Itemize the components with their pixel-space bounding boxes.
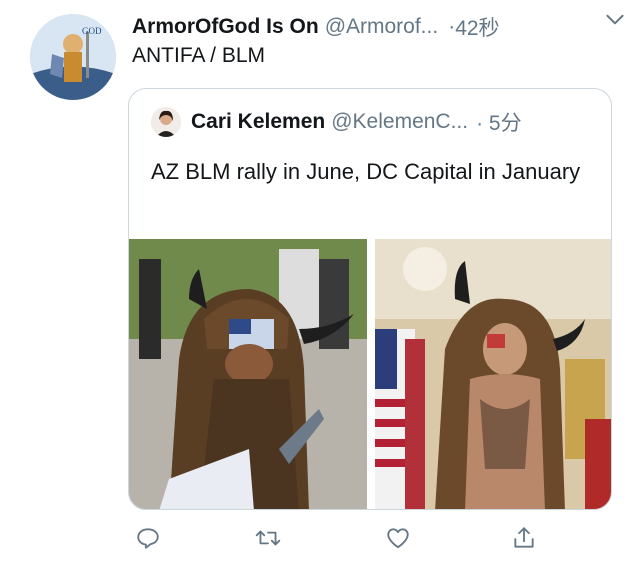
separator-dot: · (448, 15, 456, 38)
tweet-actions (130, 520, 550, 556)
reply-icon (137, 528, 159, 549)
retweet-icon (255, 530, 281, 546)
tweet-text: ANTIFA / BLM (132, 44, 266, 67)
heart-icon (387, 528, 409, 549)
timestamp[interactable]: 42秒 (455, 12, 499, 42)
photo-right-image (375, 239, 611, 509)
display-name[interactable]: ArmorOfGod Is On (132, 15, 319, 39)
quoted-timestamp[interactable]: · 5分 (476, 107, 522, 137)
quoted-avatar[interactable] (151, 107, 181, 137)
quoted-display-name[interactable]: Cari Kelemen (191, 110, 325, 134)
reply-button[interactable] (130, 520, 166, 556)
chevron-down-icon (606, 14, 624, 25)
quoted-tweet[interactable]: Cari Kelemen @KelemenC... · 5分 AZ BLM ra… (128, 88, 612, 510)
share-button[interactable] (506, 520, 542, 556)
media-grid (129, 239, 611, 509)
photo-right[interactable] (375, 239, 611, 509)
tweet-header: ArmorOfGod Is On @Armorof... · 42秒 (132, 12, 630, 42)
user-handle[interactable]: @Armorof... (325, 15, 439, 39)
avatar-image (151, 107, 181, 137)
avatar[interactable]: GOD (30, 14, 116, 100)
retweet-button[interactable] (250, 520, 286, 556)
quoted-user-handle[interactable]: @KelemenC... (331, 110, 468, 134)
svg-text:GOD: GOD (82, 26, 102, 36)
photo-left-image (129, 239, 367, 509)
photo-left[interactable] (129, 239, 367, 509)
armor-of-god-avatar-icon: GOD (30, 14, 116, 100)
quoted-tweet-text: AZ BLM rally in June, DC Capital in Janu… (151, 159, 581, 184)
quoted-header: Cari Kelemen @KelemenC... · 5分 (151, 105, 522, 139)
more-options-button[interactable] (602, 6, 628, 37)
share-icon (514, 527, 534, 548)
like-button[interactable] (380, 520, 416, 556)
